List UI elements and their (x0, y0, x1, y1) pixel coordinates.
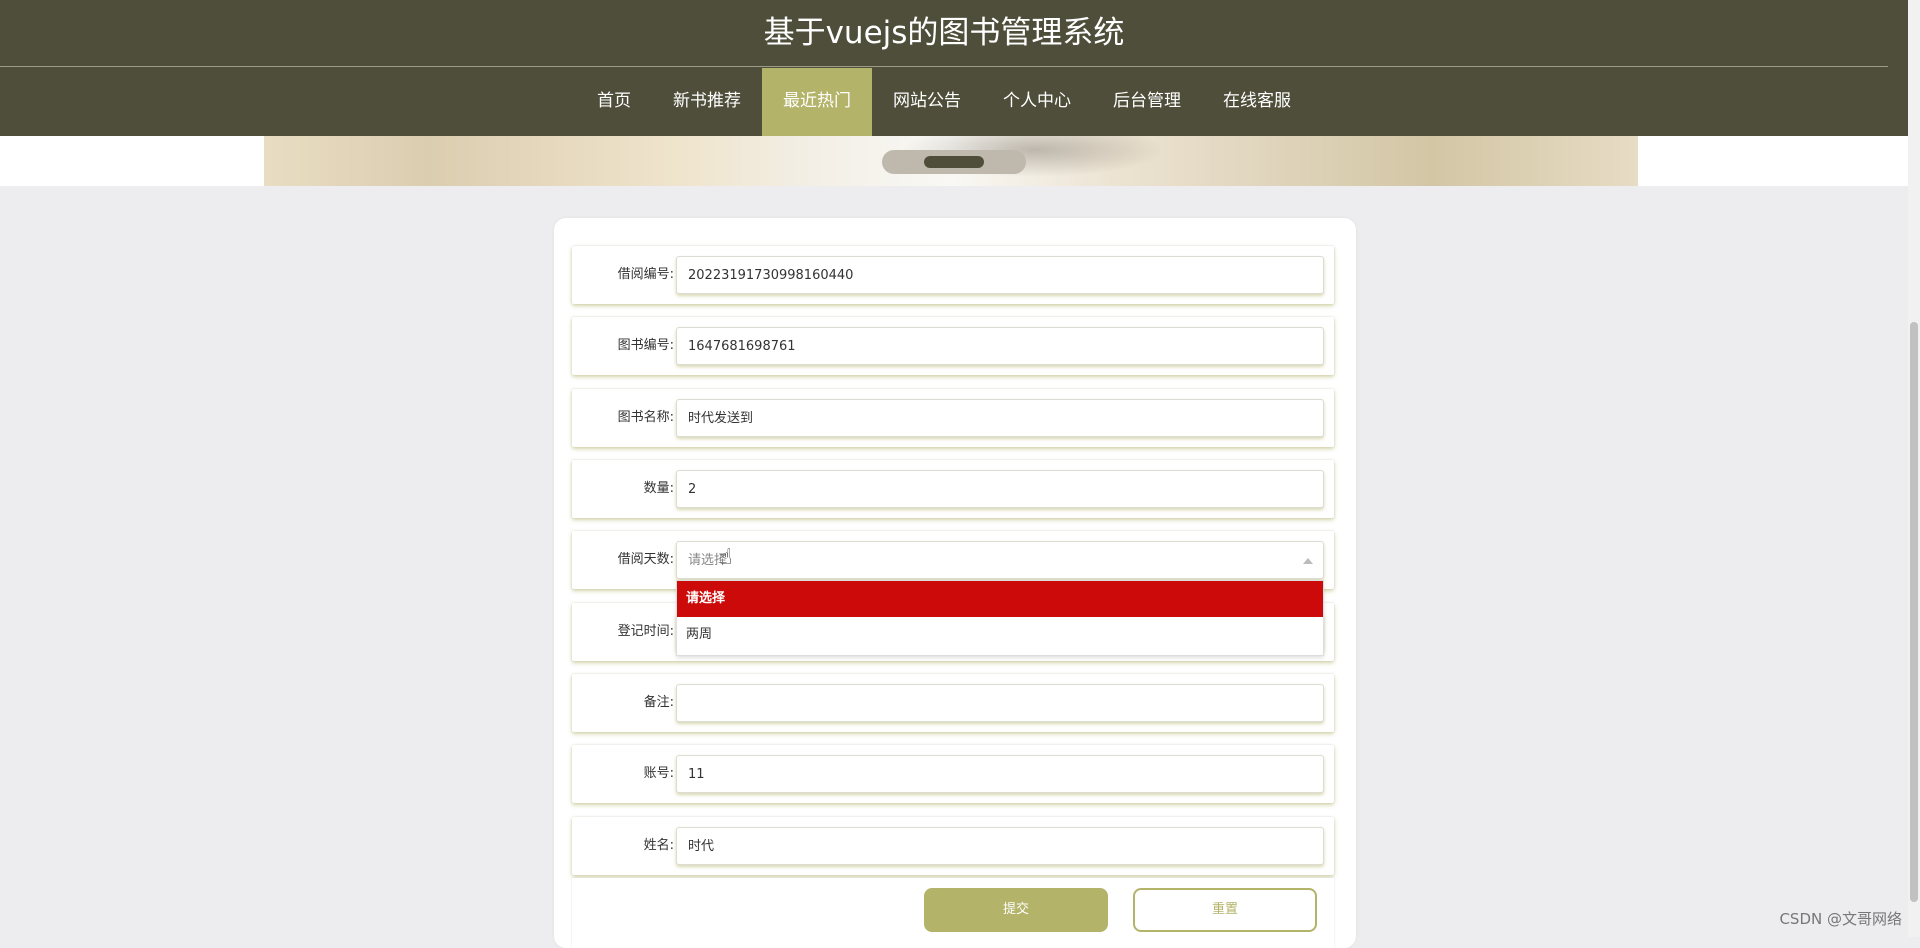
dropdown-option[interactable]: 请选择 (677, 581, 1323, 617)
field-label: 图书编号: (617, 338, 674, 353)
borrow-no-input[interactable]: 20223191730998160440 (676, 256, 1324, 294)
form-actions: 提交 重置 (572, 878, 1334, 948)
reset-button[interactable]: 重置 (1133, 888, 1317, 932)
account-input[interactable]: 11 (676, 755, 1324, 793)
site-header: 基于vuejs的图书管理系统 首页 新书推荐 最近热门 网站公告 个人中心 后台… (0, 0, 1908, 136)
field-label: 姓名: (643, 838, 674, 853)
nav-recent-hot[interactable]: 最近热门 (762, 68, 872, 136)
dropdown-option[interactable]: 两周 (677, 617, 1323, 653)
field-label: 备注: (643, 695, 674, 710)
scrollbar-thumb[interactable] (1910, 322, 1918, 902)
carousel-indicator[interactable] (882, 150, 1026, 174)
field-label: 图书名称: (617, 410, 674, 425)
field-label: 账号: (643, 766, 674, 781)
watermark: CSDN @文哥网络 (1779, 910, 1902, 928)
borrow-days-dropdown: 请选择 两周 (676, 580, 1324, 656)
site-title: 基于vuejs的图书管理系统 (0, 0, 1888, 67)
form-row-book-name: 图书名称: 时代发送到 (572, 389, 1334, 447)
field-label: 借阅天数: (617, 552, 674, 567)
nav-personal-center[interactable]: 个人中心 (982, 68, 1092, 136)
nav-home[interactable]: 首页 (576, 68, 652, 136)
book-name-input[interactable]: 时代发送到 (676, 399, 1324, 437)
form-row-name: 姓名: 时代 (572, 817, 1334, 875)
borrow-days-select[interactable]: 请选择 (676, 541, 1324, 579)
form-row-quantity: 数量: 2 (572, 460, 1334, 518)
nav-new-books[interactable]: 新书推荐 (652, 68, 762, 136)
field-label: 借阅编号: (617, 267, 674, 282)
main-nav: 首页 新书推荐 最近热门 网站公告 个人中心 后台管理 在线客服 (0, 68, 1888, 136)
field-label: 数量: (643, 481, 674, 496)
page-scrollbar[interactable] (1908, 0, 1920, 937)
book-no-input[interactable]: 1647681698761 (676, 327, 1324, 365)
form-row-account: 账号: 11 (572, 745, 1334, 803)
caret-up-icon (1303, 558, 1313, 564)
nav-announcements[interactable]: 网站公告 (872, 68, 982, 136)
form-row-remark: 备注: (572, 674, 1334, 732)
name-input[interactable]: 时代 (676, 827, 1324, 865)
hand-cursor-icon: ☝ (719, 545, 733, 570)
carousel-active-dot[interactable] (924, 156, 984, 168)
form-row-book-no: 图书编号: 1647681698761 (572, 317, 1334, 375)
nav-online-service[interactable]: 在线客服 (1202, 68, 1312, 136)
quantity-input[interactable]: 2 (676, 470, 1324, 508)
submit-button[interactable]: 提交 (924, 888, 1108, 932)
form-row-borrow-no: 借阅编号: 20223191730998160440 (572, 246, 1334, 304)
field-label: 登记时间: (617, 624, 674, 639)
remark-input[interactable] (676, 684, 1324, 722)
nav-admin[interactable]: 后台管理 (1092, 68, 1202, 136)
